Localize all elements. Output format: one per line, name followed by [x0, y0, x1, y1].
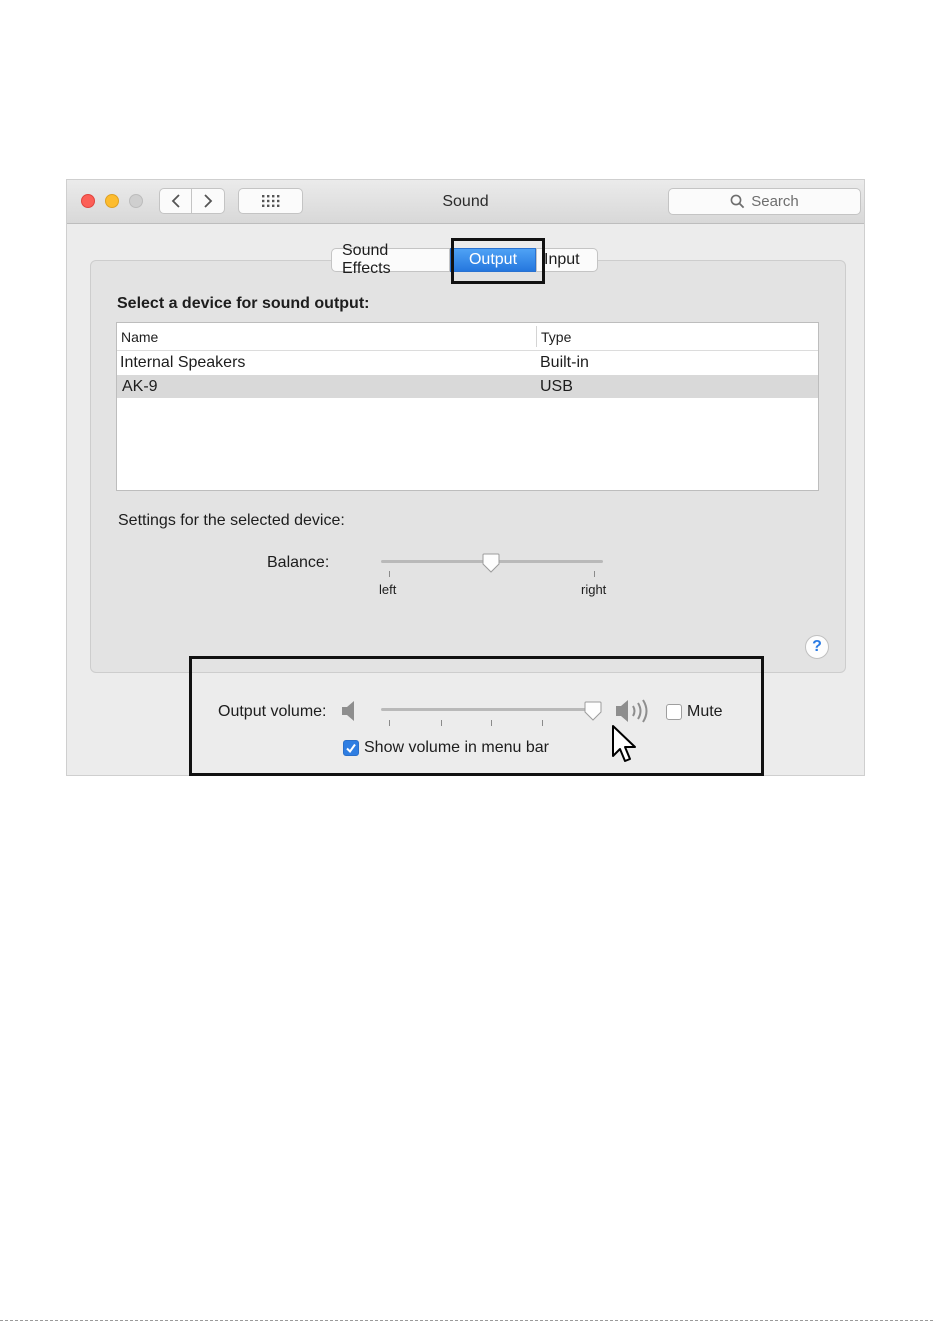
settings-heading: Settings for the selected device: [118, 512, 345, 529]
title-bar: Sound Search [67, 180, 864, 224]
balance-left-label: left [379, 582, 397, 597]
balance-slider-thumb[interactable] [482, 553, 500, 573]
search-field[interactable]: Search [668, 188, 861, 215]
balance-right-label: right [581, 582, 607, 597]
balance-tick-right [594, 571, 595, 577]
tab-sound-effects[interactable]: Sound Effects [331, 242, 450, 277]
column-header-type[interactable]: Type [541, 329, 571, 345]
volume-highlight-box [189, 656, 764, 776]
table-header: Name Type [117, 323, 818, 351]
device-name: AK-9 [122, 378, 158, 395]
device-type: Built-in [540, 354, 589, 371]
table-row-selected[interactable]: AK-9 USB [117, 375, 818, 398]
device-type: USB [540, 378, 573, 395]
column-divider [536, 326, 537, 347]
output-tab-highlight-box [451, 238, 545, 284]
page-bottom-edge [0, 1320, 933, 1321]
column-header-name[interactable]: Name [121, 329, 158, 345]
tab-input[interactable]: Input [536, 248, 598, 272]
table-row[interactable]: Internal Speakers Built-in [117, 351, 818, 374]
help-button[interactable]: ? [805, 635, 829, 659]
sound-preferences-window: Sound Search Sound Effects Output Input … [66, 179, 865, 776]
device-name: Internal Speakers [120, 354, 246, 371]
device-table: Name Type Internal Speakers Built-in AK-… [116, 322, 819, 491]
balance-tick-left [389, 571, 390, 577]
search-placeholder: Search [751, 193, 799, 210]
search-icon [730, 194, 745, 209]
device-list-heading: Select a device for sound output: [117, 295, 370, 312]
balance-label: Balance: [267, 554, 330, 571]
